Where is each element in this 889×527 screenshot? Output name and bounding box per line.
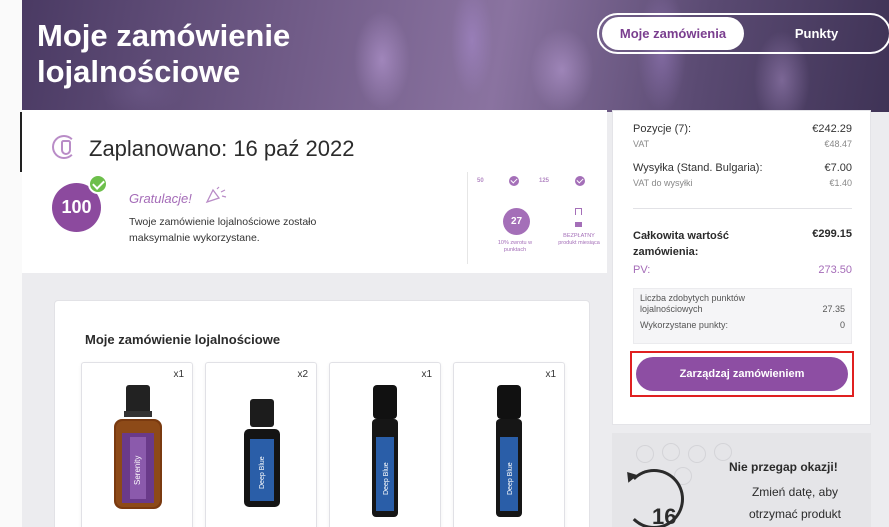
page-title-line1: Moje zamówienie <box>37 18 291 53</box>
congrats-message: Twoje zamówienie lojalnościowe zostało m… <box>129 216 317 244</box>
earned-points-value: 27.35 <box>822 304 845 314</box>
gift-base <box>575 222 582 227</box>
shipping-vat-value: €1.40 <box>829 178 852 188</box>
tab-my-orders[interactable]: Moje zamówienia <box>602 17 744 50</box>
free-product-caption: BEZPŁATNY produkt miesiąca <box>558 233 600 246</box>
products-title: Moje zamówienie lojalnościowe <box>85 332 281 347</box>
points-caption: 10% zwrotu w punktach <box>497 240 533 253</box>
promo-body: Zmień datę, aby otrzymać produkt <box>748 485 842 521</box>
congrats-label: Gratulacje! <box>129 191 192 206</box>
quantity-label: x1 <box>421 369 432 380</box>
points-circle: 27 <box>503 208 530 235</box>
svg-text:Deep Blue: Deep Blue <box>259 456 266 489</box>
product-tile[interactable]: x1 Deep Blue <box>453 362 565 527</box>
deep-blue-roller-image: Deep Blue <box>372 385 398 517</box>
tab-points[interactable]: Punkty <box>744 26 889 41</box>
svg-text:Deep Blue: Deep Blue <box>383 462 390 495</box>
page-title-line2: lojalnościowe <box>37 54 241 89</box>
product-tile[interactable]: x2 Deep Blue <box>205 362 317 527</box>
loyalty-ladder: 50 125 27 10% zwrotu w punktach BEZPŁATN… <box>477 176 600 268</box>
hero-banner: Moje zamówienie lojalnościowe Moje zamów… <box>22 0 889 112</box>
deep-blue-bottle-image: Deep Blue <box>244 399 280 507</box>
calendar-dot <box>662 443 680 461</box>
deep-blue-roller-image: Deep Blue <box>496 385 522 517</box>
calendar-dot <box>688 445 706 463</box>
quantity-label: x1 <box>545 369 556 380</box>
svg-text:Deep Blue: Deep Blue <box>507 462 514 495</box>
quantity-label: x1 <box>173 369 184 380</box>
vat-label: VAT <box>633 139 650 149</box>
page-title: Moje zamówienie lojalnościowe <box>37 18 290 90</box>
pv-label: PV: <box>633 264 651 276</box>
total-value: €299.15 <box>812 228 852 240</box>
promo-day: 16 <box>652 504 677 527</box>
tier-50-label: 50 <box>477 178 484 184</box>
used-points-label: Wykorzystane punkty: <box>640 320 728 330</box>
schedule-title: Zaplanowano: 16 paź 2022 <box>89 136 355 161</box>
used-points-value: 0 <box>839 320 845 330</box>
total-label: Całkowita wartość zamówienia: <box>633 230 729 258</box>
calendar-dot <box>714 443 732 461</box>
product-tile[interactable]: x1 Serenity <box>81 362 193 527</box>
left-edge <box>0 0 22 527</box>
vat-value: €48.47 <box>824 139 852 149</box>
divider <box>633 208 852 209</box>
shipping-label: Wysyłka (Stand. Bulgaria): <box>633 162 763 174</box>
manage-order-highlight: Zarządzaj zamówieniem <box>630 351 854 397</box>
promo-card[interactable]: 16 Nie przegap okazji! Zmień datę, aby o… <box>612 433 871 527</box>
serenity-bottle-image: Serenity <box>114 385 162 509</box>
manage-order-button[interactable]: Zarządzaj zamówieniem <box>636 357 848 391</box>
divider <box>467 172 468 264</box>
gift-icon <box>575 208 582 215</box>
promo-headline: Nie przegap okazji! <box>729 460 838 474</box>
items-label: Pozycje (7): <box>633 123 692 135</box>
order-summary-panel: Pozycje (7): €242.29 VAT €48.47 Wysyłka … <box>612 110 871 425</box>
points-info-box: Liczba zdobytych punktów lojalnościowych… <box>633 288 852 344</box>
svg-text:Serenity: Serenity <box>133 456 142 485</box>
loyalty-products-card: Moje zamówienie lojalnościowe x1 Serenit… <box>54 300 590 527</box>
party-popper-icon <box>205 186 227 204</box>
tier-125-label: 125 <box>539 178 550 184</box>
tab-switcher: Moje zamówienia Punkty <box>597 13 889 54</box>
calendar-dot <box>636 445 654 463</box>
schedule-card: Zaplanowano: 16 paź 2022 100 Gratulacje!… <box>22 110 607 273</box>
schedule-icon <box>52 135 76 159</box>
check-icon <box>509 176 519 186</box>
pv-value: 273.50 <box>818 264 852 276</box>
quantity-label: x2 <box>297 369 308 380</box>
earned-points-label: Liczba zdobytych punktów lojalnościowych <box>640 293 746 314</box>
check-icon <box>575 176 585 186</box>
items-value: €242.29 <box>812 123 852 135</box>
shipping-vat-label: VAT do wysyłki <box>633 178 693 188</box>
check-icon <box>88 174 108 194</box>
product-tile[interactable]: x1 Deep Blue <box>329 362 441 527</box>
shipping-value: €7.00 <box>824 162 852 174</box>
